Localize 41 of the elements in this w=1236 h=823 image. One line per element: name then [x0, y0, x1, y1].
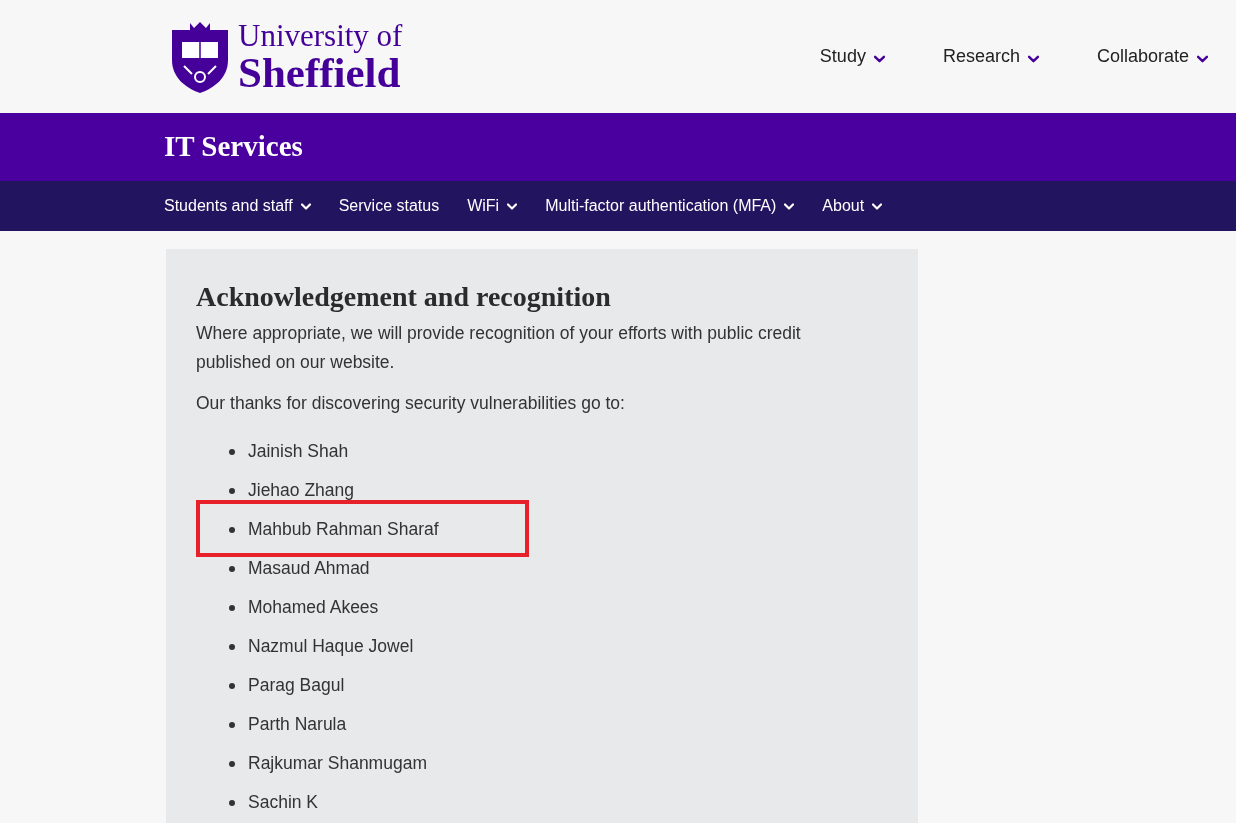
list-item: Parag Bagul: [248, 674, 345, 698]
bullet-icon: [229, 448, 235, 455]
site-title: IT Services: [164, 129, 303, 165]
paragraph: Our thanks for discovering security vulnerabilities go to:: [196, 392, 626, 415]
paragraph: Where appropriate, we will provide recognition of your efforts with public credit published on our website.: [196, 322, 802, 374]
list-item: Mohamed Akees: [248, 596, 379, 620]
bullet-icon: [229, 682, 235, 689]
chevron-down-icon: [300, 202, 311, 210]
bullet-icon: [229, 721, 235, 728]
section-nav-link[interactable]: WiFi: [467, 194, 518, 218]
section-nav-link[interactable]: Service status: [338, 194, 440, 218]
bullet-icon: [229, 487, 235, 494]
logo-text: University of: [238, 19, 403, 51]
bullet-icon: [229, 565, 235, 572]
section-nav-link[interactable]: Students and staff: [164, 194, 311, 218]
list-item: Jiehao Zhang: [248, 479, 355, 503]
section-heading: Acknowledgement and recognition: [196, 280, 612, 314]
nav-link[interactable]: Study: [819, 43, 885, 70]
crest-icon: [170, 19, 230, 94]
list-item: Nazmul Haque Jowel: [248, 635, 414, 659]
list-item: Mahbub Rahman Sharaf: [248, 518, 439, 542]
list-item: Masaud Ahmad: [248, 557, 370, 581]
chevron-down-icon: [507, 202, 518, 210]
bullet-icon: [229, 760, 235, 767]
chevron-down-icon: [872, 202, 883, 210]
bullet-icon: [229, 643, 235, 650]
bullet-icon: [229, 604, 235, 611]
list-item: Parth Narula: [248, 713, 347, 737]
list-item: Jainish Shah: [248, 440, 349, 464]
chevron-down-icon: [1027, 54, 1039, 63]
bullet-icon: [229, 526, 235, 533]
nav-link[interactable]: Research: [942, 43, 1039, 70]
nav-link[interactable]: Collaborate: [1096, 43, 1208, 70]
chevron-down-icon: [784, 202, 795, 210]
chevron-down-icon: [1197, 54, 1208, 63]
section-nav-link[interactable]: About: [822, 194, 883, 218]
list-item: Sachin K: [248, 791, 319, 815]
section-nav-link[interactable]: Multi-factor authentication (MFA): [545, 194, 795, 218]
bullet-icon: [229, 799, 235, 806]
list-item: Rajkumar Shanmugam: [248, 752, 427, 776]
chevron-down-icon: [873, 54, 885, 63]
